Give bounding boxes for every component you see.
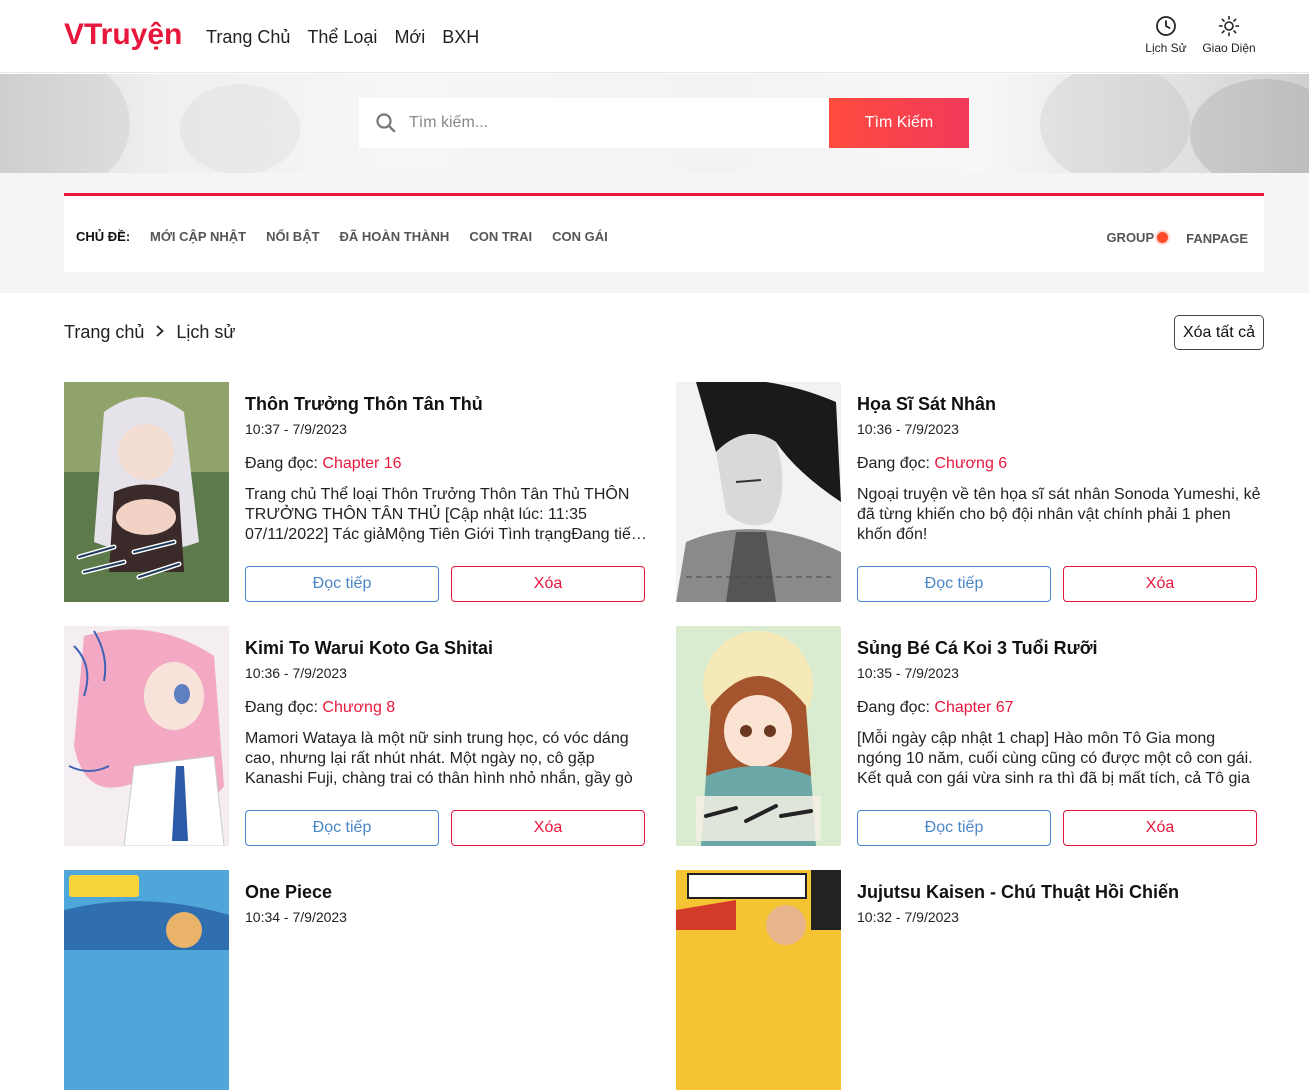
chapter-link[interactable]: Chương 6 [934, 455, 1007, 472]
topic-section: CHỦ ĐỀ: MỚI CẬP NHẬT NỔI BẬT ĐÃ HOÀN THÀ… [0, 173, 1309, 293]
history-card: Jujutsu Kaisen - Chú Thuật Hồi Chiến 10:… [676, 870, 1276, 1090]
banner-art [0, 74, 130, 173]
breadcrumb-home[interactable]: Trang chủ [64, 322, 144, 343]
topic-girls[interactable]: CON GÁI [552, 229, 608, 244]
history-button[interactable]: Lịch Sử [1136, 15, 1196, 55]
cover-image[interactable] [64, 626, 229, 846]
fanpage-link[interactable]: FANPAGE [1186, 231, 1248, 246]
search-input[interactable] [409, 98, 819, 148]
cover-image[interactable] [64, 870, 229, 1090]
reading-status: Đang đọc: Chapter 67 [857, 699, 1014, 717]
topic-completed[interactable]: ĐÃ HOÀN THÀNH [340, 229, 450, 244]
cover-image[interactable] [676, 870, 841, 1090]
chevron-right-icon [154, 322, 166, 343]
history-card: One Piece 10:34 - 7/9/2023 [64, 870, 664, 1090]
clock-icon [1136, 15, 1196, 37]
topic-bar: CHỦ ĐỀ: MỚI CẬP NHẬT NỔI BẬT ĐÃ HOÀN THÀ… [64, 193, 1264, 272]
theme-label: Giao Diện [1202, 41, 1256, 55]
clear-all-button[interactable]: Xóa tất cả [1174, 315, 1264, 350]
read-time: 10:36 - 7/9/2023 [245, 665, 347, 681]
main-nav: Trang Chủ Thể Loại Mới BXH [206, 27, 479, 48]
story-description: Ngoại truyện về tên họa sĩ sát nhân Sono… [857, 486, 1261, 543]
banner-art [180, 84, 300, 173]
cover-image[interactable] [64, 382, 229, 602]
read-time: 10:36 - 7/9/2023 [857, 421, 959, 437]
read-time: 10:37 - 7/9/2023 [245, 421, 347, 437]
sun-icon [1199, 15, 1259, 37]
nav-item-ranking[interactable]: BXH [442, 27, 479, 48]
theme-button[interactable]: Giao Diện [1199, 15, 1259, 55]
topic-new-updates[interactable]: MỚI CẬP NHẬT [150, 229, 246, 244]
history-card: Họa Sĩ Sát Nhân 10:36 - 7/9/2023 Đang đọ… [676, 382, 1276, 602]
search-button[interactable]: Tìm Kiếm [829, 98, 969, 148]
reading-status: Đang đọc: Chapter 16 [245, 455, 402, 473]
chapter-link[interactable]: Chapter 16 [322, 455, 401, 472]
cover-image[interactable] [676, 626, 841, 846]
delete-button[interactable]: Xóa [451, 566, 645, 602]
continue-reading-button[interactable]: Đọc tiếp [857, 566, 1051, 602]
story-title[interactable]: One Piece [245, 882, 332, 903]
topic-boys[interactable]: CON TRAI [469, 229, 532, 244]
nav-item-home[interactable]: Trang Chủ [206, 27, 290, 48]
cover-image[interactable] [676, 382, 841, 602]
continue-reading-button[interactable]: Đọc tiếp [857, 810, 1051, 846]
story-title[interactable]: Họa Sĩ Sát Nhân [857, 394, 996, 415]
topic-list: MỚI CẬP NHẬT NỔI BẬT ĐÃ HOÀN THÀNH CON T… [150, 229, 608, 244]
nav-item-new[interactable]: Mới [394, 27, 425, 48]
reading-status: Đang đọc: Chương 8 [245, 699, 395, 717]
nav-item-genres[interactable]: Thể Loại [307, 27, 377, 48]
continue-reading-button[interactable]: Đọc tiếp [245, 810, 439, 846]
chapter-link[interactable]: Chương 8 [322, 699, 395, 716]
topic-featured[interactable]: NỔI BẬT [266, 229, 319, 244]
live-dot-icon [1157, 232, 1169, 243]
history-label: Lịch Sử [1145, 41, 1187, 55]
group-link[interactable]: GROUP [1106, 229, 1169, 247]
breadcrumb: Trang chủ Lịch sử [64, 322, 235, 343]
topic-label: CHỦ ĐỀ: [76, 229, 131, 244]
top-header: VTruyện Trang Chủ Thể Loại Mới BXH Lịch … [0, 0, 1309, 73]
story-title[interactable]: Sủng Bé Cá Koi 3 Tuổi Rưỡi [857, 638, 1098, 659]
story-title[interactable]: Jujutsu Kaisen - Chú Thuật Hồi Chiến [857, 882, 1179, 903]
chapter-link[interactable]: Chapter 67 [934, 699, 1013, 716]
delete-button[interactable]: Xóa [1063, 810, 1257, 846]
history-card: Thôn Trưởng Thôn Tân Thủ 10:37 - 7/9/202… [64, 382, 664, 602]
search-icon [375, 112, 397, 139]
banner-art [1040, 74, 1190, 173]
delete-button[interactable]: Xóa [451, 810, 645, 846]
reading-prefix: Đang đọc: [245, 455, 318, 472]
story-description: Trang chủ Thể loại Thôn Trưởng Thôn Tân … [245, 486, 640, 543]
history-card: Sủng Bé Cá Koi 3 Tuổi Rưỡi 10:35 - 7/9/2… [676, 626, 1276, 846]
reading-status: Đang đọc: Chương 6 [857, 455, 1007, 473]
topic-links: GROUP FANPAGE [1106, 229, 1248, 247]
breadcrumb-current: Lịch sử [176, 322, 236, 342]
continue-reading-button[interactable]: Đọc tiếp [245, 566, 439, 602]
reading-prefix: Đang đọc: [857, 455, 930, 472]
banner-art [1190, 79, 1309, 173]
story-description: Mamori Wataya là một nữ sinh trung học, … [245, 730, 633, 787]
read-time: 10:35 - 7/9/2023 [857, 665, 959, 681]
reading-prefix: Đang đọc: [857, 699, 930, 716]
group-label: GROUP [1106, 230, 1155, 245]
search-box [359, 98, 829, 148]
site-logo[interactable]: VTruyện [64, 18, 182, 52]
history-card: Kimi To Warui Koto Ga Shitai 10:36 - 7/9… [64, 626, 664, 846]
delete-button[interactable]: Xóa [1063, 566, 1257, 602]
story-title[interactable]: Kimi To Warui Koto Ga Shitai [245, 638, 493, 659]
reading-prefix: Đang đọc: [245, 699, 318, 716]
story-title[interactable]: Thôn Trưởng Thôn Tân Thủ [245, 394, 483, 415]
search-banner: Tìm Kiếm [0, 74, 1309, 173]
story-description: [Mỗi ngày cập nhật 1 chap] Hào môn Tô Gi… [857, 730, 1253, 787]
